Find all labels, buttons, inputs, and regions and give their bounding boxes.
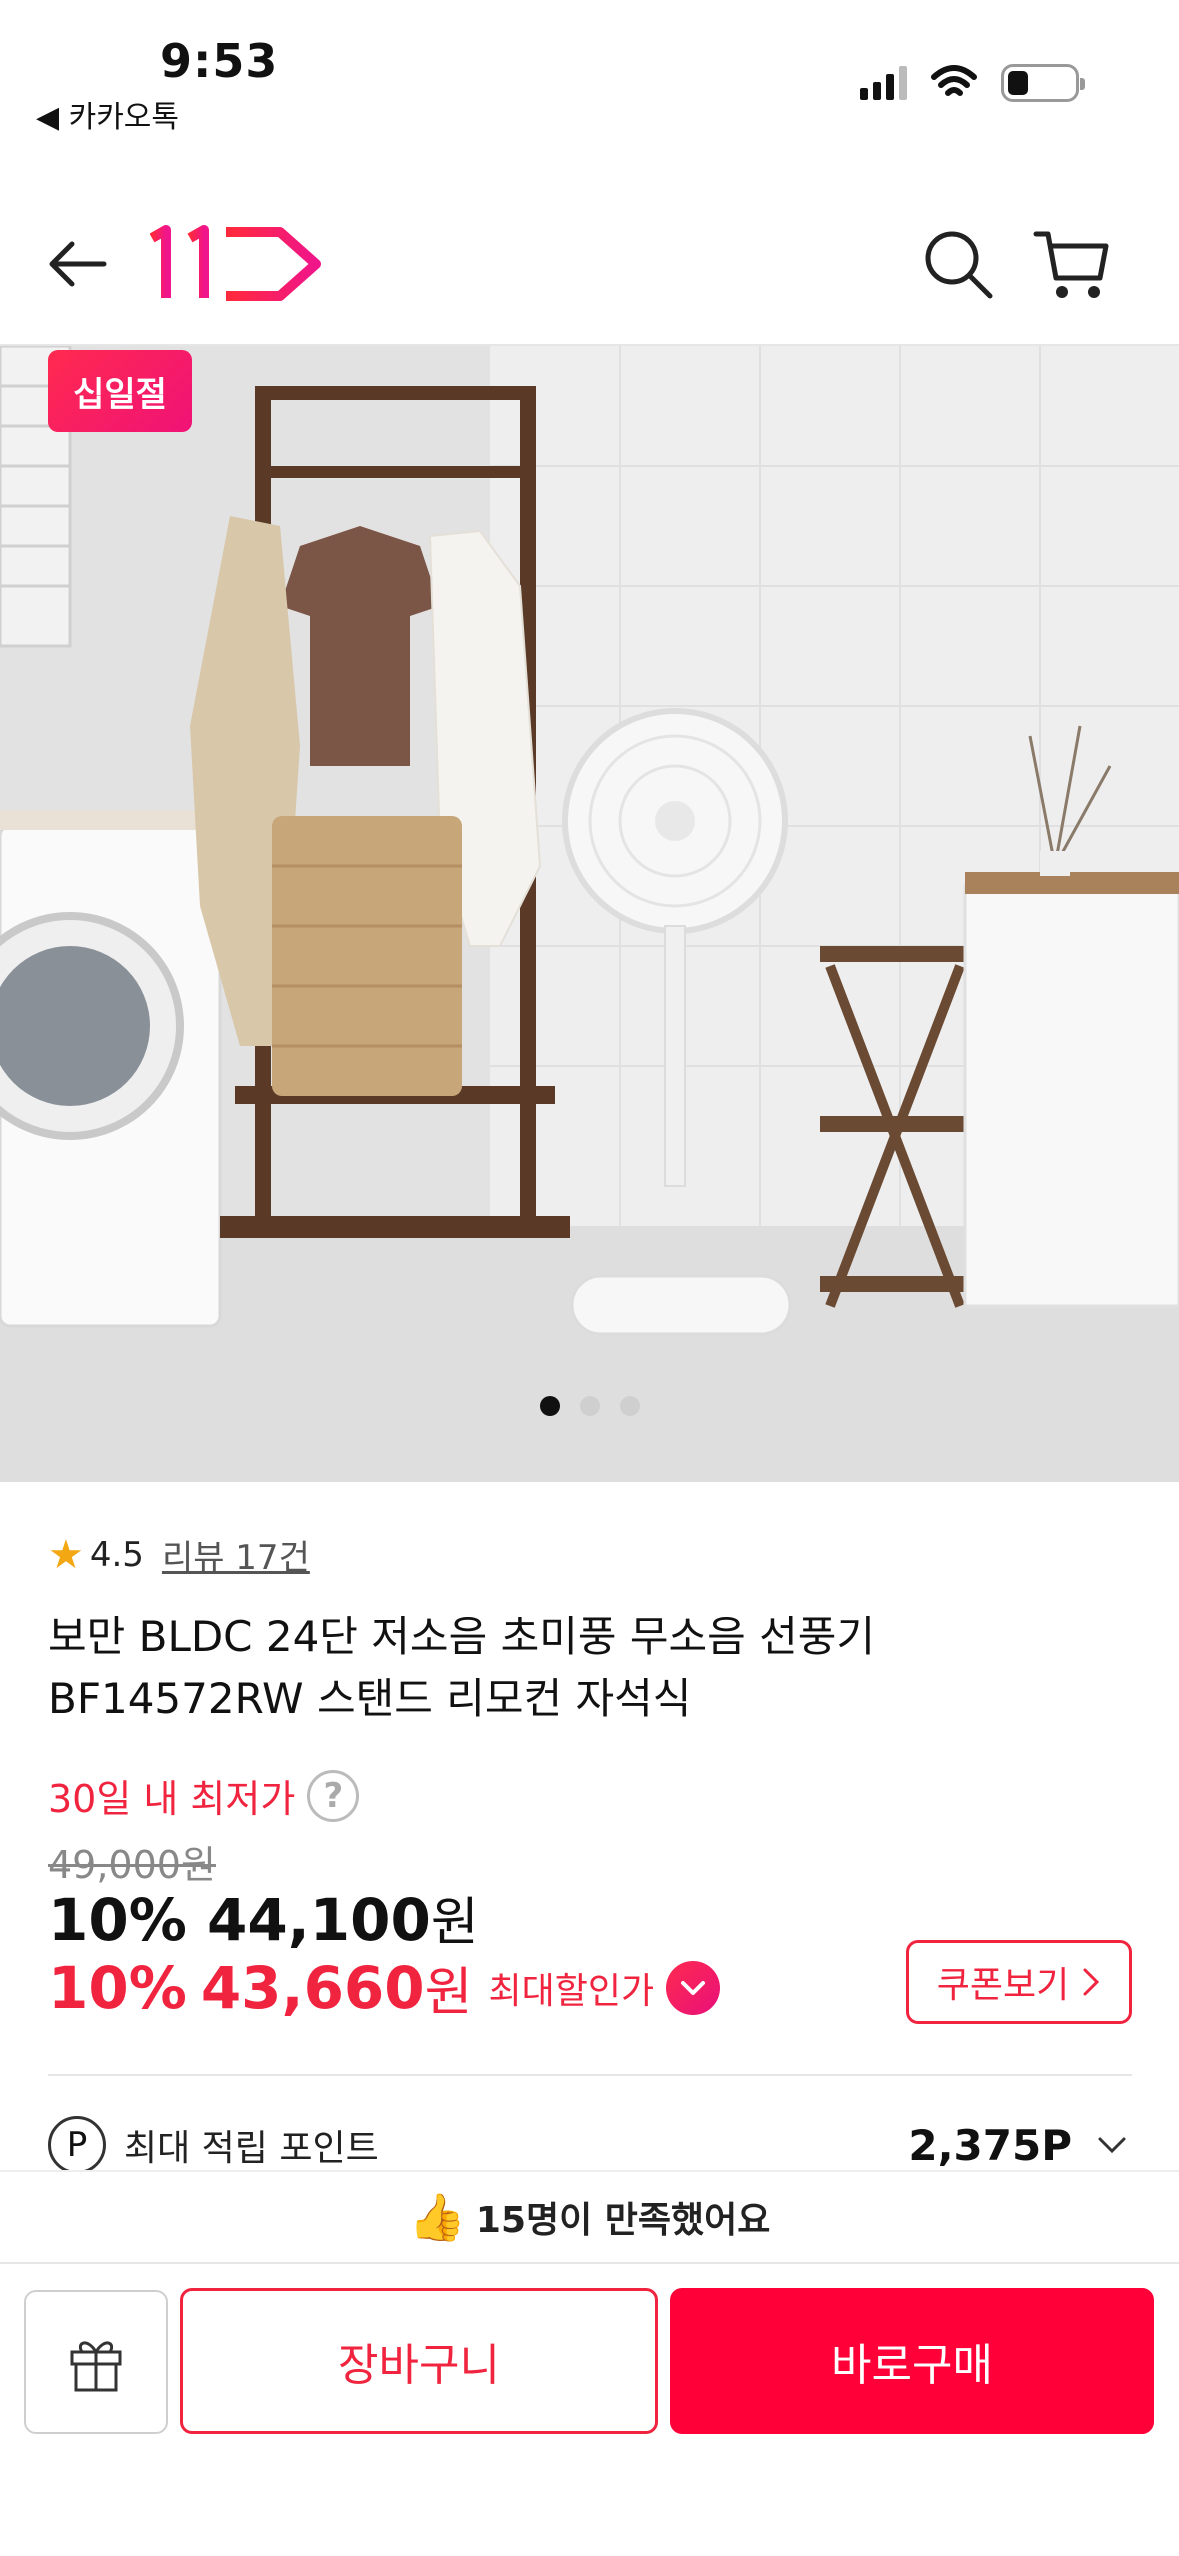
discount-percent: 10% (48, 1886, 187, 1954)
coupon-button[interactable]: 쿠폰보기 (906, 1940, 1132, 2024)
satisfaction-banner: 👍 15명이 만족했어요 (0, 2170, 1179, 2262)
lowest-price-label: 30일 내 최저가 ? (48, 1768, 360, 1823)
app-header (0, 190, 1179, 340)
coupon-button-label: 쿠폰보기 (936, 1965, 1070, 2006)
search-icon[interactable] (920, 226, 996, 302)
product-title: 보만 BLDC 24단 저소음 초미풍 무소음 선풍기 BF14572RW 스탠… (48, 1606, 1138, 1730)
thumbs-up-icon: 👍 (408, 2189, 466, 2244)
carousel-dots (0, 1396, 1179, 1416)
max-discount-label: 최대할인가 (488, 1970, 655, 2012)
help-icon[interactable]: ? (307, 1769, 360, 1822)
battery-icon (1001, 64, 1085, 102)
cart-icon[interactable] (1032, 226, 1112, 306)
carousel-dot[interactable] (619, 1396, 640, 1416)
sale-price: 10% 44,100원 (48, 1880, 479, 1955)
price-value: 44,100 (207, 1886, 431, 1954)
chevron-down-icon[interactable] (666, 1960, 721, 2015)
points-value: 2,375P (908, 2120, 1072, 2170)
sale-badge: 십일절 (48, 350, 192, 432)
rating-value: 4.5 (89, 1534, 144, 1575)
price-unit: 원 (430, 1893, 479, 1953)
status-icons (860, 64, 1085, 102)
chevron-down-icon[interactable] (1092, 2125, 1132, 2165)
signal-icon (860, 66, 907, 100)
bottom-action-bar: 장바구니 바로구매 (0, 2262, 1179, 2556)
carousel-dot[interactable] (579, 1396, 600, 1416)
max-discount-percent: 10% (48, 1953, 187, 2022)
rating-row: ★ 4.5 리뷰 17건 (48, 1530, 310, 1579)
status-bar: 9:53 ◀ 카카오톡 (0, 0, 1179, 150)
gift-icon (70, 2341, 122, 2392)
point-icon: P (48, 2116, 106, 2174)
product-photo (0, 346, 1179, 1482)
product-title-line: BF14572RW 스탠드 리모컨 자석식 (48, 1674, 692, 1723)
buy-now-button[interactable]: 바로구매 (670, 2288, 1154, 2434)
product-title-line: 보만 BLDC 24단 저소음 초미풍 무소음 선풍기 (48, 1612, 876, 1661)
section-divider (48, 2074, 1132, 2076)
logo-icon[interactable] (150, 224, 325, 304)
lowest-price-text: 30일 내 최저가 (48, 1777, 296, 1821)
chevron-right-icon (1083, 1968, 1100, 1996)
wifi-icon (931, 65, 977, 96)
points-label: 최대 적립 포인트 (124, 2128, 379, 2169)
back-arrow-icon[interactable] (42, 228, 114, 300)
back-to-app-link[interactable]: ◀ 카카오톡 (36, 92, 179, 136)
add-to-cart-button[interactable]: 장바구니 (180, 2288, 658, 2434)
gift-button[interactable] (24, 2290, 168, 2434)
review-link[interactable]: 리뷰 17건 (162, 1530, 310, 1579)
max-discount-price[interactable]: 10% 43,660 원 최대할인가 (48, 1950, 721, 2025)
max-price-unit: 원 (424, 1963, 473, 2023)
product-image-carousel[interactable]: 십일절 (0, 346, 1179, 1482)
satisfaction-text: 15명이 만족했어요 (475, 2200, 771, 2241)
carousel-dot[interactable] (539, 1396, 560, 1416)
max-price-value: 43,660 (200, 1953, 425, 2022)
status-time: 9:53 (160, 34, 279, 88)
star-icon: ★ (48, 1531, 84, 1578)
